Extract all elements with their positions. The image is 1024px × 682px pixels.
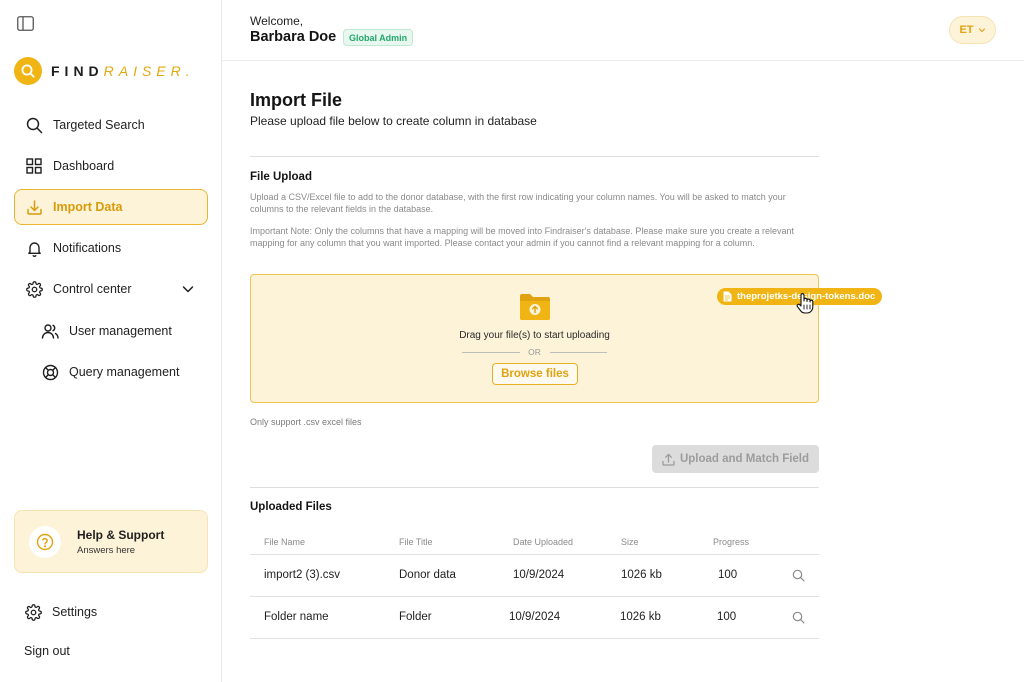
page-title: Import File: [250, 90, 343, 110]
divider: [250, 487, 819, 488]
cell-date-uploaded: 10/9/2024: [509, 611, 561, 623]
sidebar: FINDRAISER. Targeted Search Dashboard Im…: [0, 0, 222, 682]
logo-raiser: RAISER: [103, 63, 186, 79]
cell-file-name: import2 (3).csv: [264, 569, 341, 581]
sidebar-item-notifications[interactable]: Notifications: [14, 230, 208, 266]
search-icon[interactable]: [792, 611, 805, 624]
drag-instructions: Drag your file(s) to start uploading: [459, 330, 610, 341]
chevron-down-icon[interactable]: [181, 282, 195, 296]
upload-button-label: Upload and Match Field: [679, 453, 810, 465]
cell-date-uploaded: 10/9/2024: [513, 569, 565, 581]
support-note: Only support .csv excel files: [250, 417, 362, 427]
cell-file-name: Folder name: [264, 611, 329, 623]
role-badge: Global Admin: [343, 29, 414, 46]
column-header-size[interactable]: Size: [621, 537, 639, 547]
help-question-icon: [29, 526, 61, 558]
upload-and-match-button[interactable]: Upload and Match Field: [652, 445, 819, 473]
avatar-initials: ET: [959, 24, 974, 36]
column-header-file-name[interactable]: File Name: [264, 537, 305, 547]
table-row[interactable]: Folder name Folder 10/9/2024 1026 kb 100: [250, 596, 819, 638]
sidebar-item-label: Control center: [53, 282, 132, 296]
column-header-progress[interactable]: Progress: [713, 537, 749, 547]
gear-icon: [25, 280, 43, 298]
sidebar-item-settings[interactable]: Settings: [24, 602, 97, 622]
bell-icon: [25, 239, 43, 257]
gear-icon: [24, 603, 42, 621]
search-icon: [25, 116, 43, 134]
help-title: Help & Support: [77, 528, 165, 542]
sign-out-link[interactable]: Sign out: [24, 644, 70, 658]
user-name: Barbara Doe: [250, 29, 337, 45]
upload-icon: [662, 453, 675, 466]
column-header-file-title[interactable]: File Title: [399, 537, 433, 547]
lifebuoy-icon: [41, 363, 59, 381]
sidebar-subitem-user-management[interactable]: User management: [33, 313, 172, 349]
cell-progress: 100: [718, 569, 738, 581]
table-bottom-border: [250, 638, 819, 639]
divider: [250, 156, 819, 157]
logo-text: FINDRAISER.: [51, 63, 195, 79]
users-icon: [41, 322, 59, 340]
brand-logo[interactable]: FINDRAISER.: [14, 56, 195, 86]
top-header: Welcome, Barbara Doe Global Admin ET: [222, 0, 1024, 61]
or-text: OR: [528, 347, 541, 357]
cell-size: 1026 kb: [621, 569, 662, 581]
sidebar-item-label: Import Data: [53, 200, 123, 214]
document-icon: [723, 291, 732, 302]
sidebar-item-import-data[interactable]: Import Data: [14, 189, 208, 225]
search-icon[interactable]: [792, 569, 805, 582]
user-avatar-menu[interactable]: ET: [949, 16, 996, 44]
logo-find: FIND: [51, 63, 104, 79]
sidebar-subitem-label: User management: [69, 324, 172, 338]
sidebar-item-label: Dashboard: [53, 159, 115, 173]
sidebar-item-dashboard[interactable]: Dashboard: [14, 148, 208, 184]
table-row[interactable]: import2 (3).csv Donor data 10/9/2024 102…: [250, 554, 819, 596]
logo-dot: .: [185, 63, 195, 79]
sidebar-item-label: Targeted Search: [53, 118, 145, 132]
cell-file-title: Donor data: [399, 569, 456, 581]
cell-progress: 100: [717, 611, 737, 623]
help-support-card[interactable]: Help & Support Answers here: [14, 510, 208, 573]
column-header-date-uploaded[interactable]: Date Uploaded: [513, 537, 573, 547]
sidebar-item-label: Notifications: [53, 241, 122, 255]
chevron-down-icon: [978, 28, 985, 33]
sidebar-subitem-label: Query management: [69, 365, 180, 379]
cell-size: 1026 kb: [620, 611, 661, 623]
sidebar-item-control-center[interactable]: Control center: [14, 271, 208, 307]
download-icon: [25, 198, 43, 216]
folder-upload-icon: [520, 294, 550, 320]
file-upload-description: Upload a CSV/Excel file to add to the do…: [250, 192, 786, 214]
file-upload-title: File Upload: [250, 171, 312, 183]
uploaded-files-title: Uploaded Files: [250, 501, 332, 513]
page-subtitle: Please upload file below to create colum…: [250, 114, 537, 128]
sidebar-item-targeted-search[interactable]: Targeted Search: [14, 107, 208, 143]
welcome-text: Welcome,: [250, 14, 304, 28]
logo-search-icon: [14, 57, 42, 85]
hand-cursor-icon: [796, 293, 814, 314]
or-divider-right: [550, 352, 607, 353]
browse-files-button[interactable]: Browse files: [492, 363, 578, 385]
file-upload-note: Important Note: Only the columns that ha…: [250, 226, 795, 248]
dashboard-grid-icon: [25, 157, 43, 175]
sidebar-toggle-icon[interactable]: [17, 16, 34, 31]
sidebar-subitem-query-management[interactable]: Query management: [33, 354, 179, 390]
help-subtitle: Answers here: [77, 545, 136, 556]
cell-file-title: Folder: [399, 611, 432, 623]
settings-label: Settings: [52, 605, 98, 619]
